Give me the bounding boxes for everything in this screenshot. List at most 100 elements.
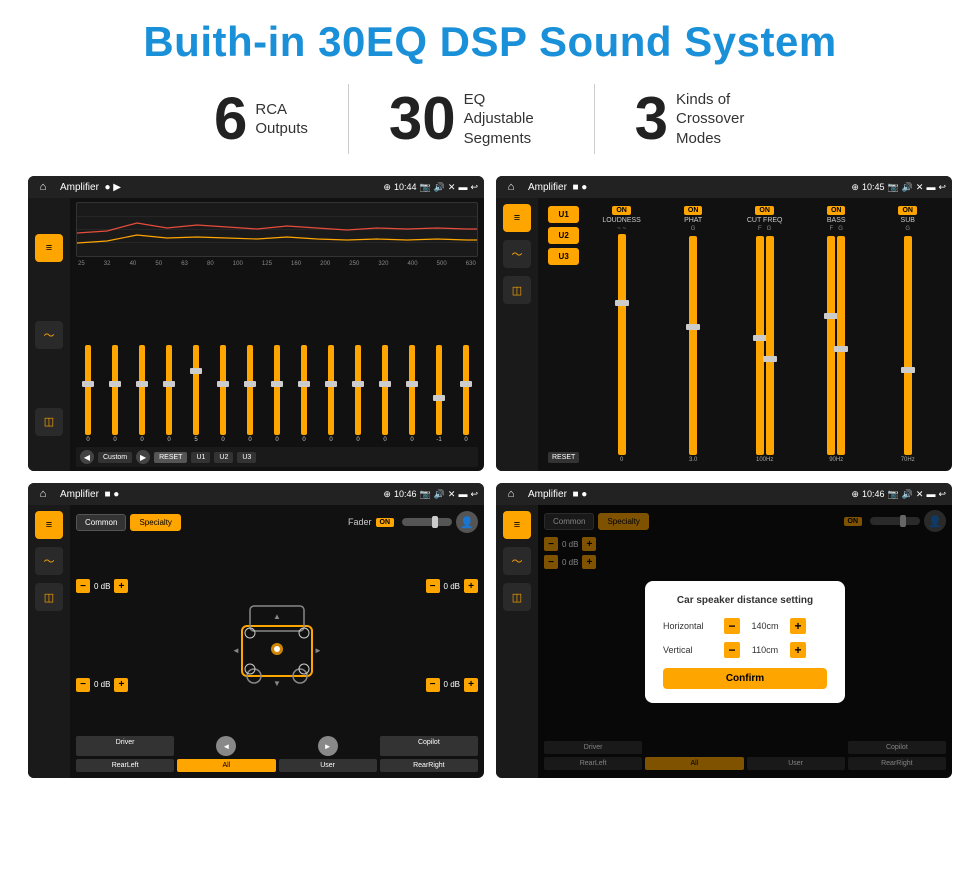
cutfreq-val: 100Hz: [756, 457, 773, 463]
distance-dialog: Car speaker distance setting Horizontal …: [645, 581, 845, 703]
plus-br[interactable]: +: [464, 678, 478, 692]
eq-icon[interactable]: ≡: [35, 234, 63, 262]
bass-on[interactable]: ON: [827, 206, 846, 215]
camera-icon-1: 📷: [419, 182, 430, 193]
plus-bl[interactable]: +: [114, 678, 128, 692]
cutfreq-on[interactable]: ON: [755, 206, 774, 215]
eq-slider-2[interactable]: 0: [103, 345, 127, 443]
wave-icon-3[interactable]: 〜: [35, 547, 63, 575]
phat-on[interactable]: ON: [684, 206, 703, 215]
common-tab-3[interactable]: Common: [76, 514, 126, 531]
wave-icon-1[interactable]: 〜: [35, 321, 63, 349]
eq-icon-3[interactable]: ≡: [35, 511, 63, 539]
car-svg: ▲ ▼ ◄ ►: [232, 581, 322, 691]
back-icon-1[interactable]: ↩: [470, 182, 478, 193]
next-btn[interactable]: ▶: [136, 450, 150, 464]
eq-thumb-7: [244, 381, 256, 387]
eq-thumb-14: [433, 395, 445, 401]
all-btn[interactable]: All: [177, 759, 275, 772]
left-arrow-btn[interactable]: ◄: [216, 736, 236, 756]
horizontal-plus-btn[interactable]: +: [790, 618, 806, 634]
bass-labels: F G: [830, 226, 843, 232]
horizontal-value: 140cm: [746, 621, 784, 631]
eq-slider-8[interactable]: 0: [265, 345, 289, 443]
minus-tr[interactable]: −: [426, 579, 440, 593]
phat-val: 3.0: [689, 457, 697, 463]
speaker-icon-2[interactable]: ◫: [503, 276, 531, 304]
rearleft-btn[interactable]: RearLeft: [76, 759, 174, 772]
cutfreq-slider-2[interactable]: [766, 236, 774, 455]
wave-icon-2[interactable]: 〜: [503, 240, 531, 268]
plus-tl[interactable]: +: [114, 579, 128, 593]
reset-cross-btn[interactable]: RESET: [548, 452, 579, 463]
bass-slider-2[interactable]: [837, 236, 845, 455]
phat-slider[interactable]: [689, 236, 697, 455]
u1-btn-eq[interactable]: U1: [191, 452, 210, 463]
eq-thumb-9: [298, 381, 310, 387]
speaker-icon-4[interactable]: ◫: [503, 583, 531, 611]
rearright-btn[interactable]: RearRight: [380, 759, 478, 772]
specialty-tab-3[interactable]: Specialty: [130, 514, 180, 531]
eq-slider-15[interactable]: 0: [454, 345, 478, 443]
eq-slider-3[interactable]: 0: [130, 345, 154, 443]
eq-slider-13[interactable]: 0: [400, 345, 424, 443]
eq-slider-11[interactable]: 0: [346, 345, 370, 443]
eq-slider-12[interactable]: 0: [373, 345, 397, 443]
driver-btn[interactable]: Driver: [76, 736, 174, 756]
u3-preset[interactable]: U3: [548, 248, 579, 265]
cutfreq-slider-1[interactable]: [756, 236, 764, 455]
eq-slider-4[interactable]: 0: [157, 345, 181, 443]
screen4-main: Common Specialty ON 👤 −: [538, 505, 952, 778]
sub-slider[interactable]: [904, 236, 912, 455]
eq-slider-5[interactable]: 5: [184, 345, 208, 443]
minus-tl[interactable]: −: [76, 579, 90, 593]
home-icon-2[interactable]: ⌂: [502, 178, 520, 196]
loudness-on[interactable]: ON: [612, 206, 631, 215]
speaker-icon-3[interactable]: ◫: [35, 583, 63, 611]
location-icon-4: ⊕: [851, 489, 859, 500]
eq-slider-1[interactable]: 0: [76, 345, 100, 443]
minus-bl[interactable]: −: [76, 678, 90, 692]
eq-slider-6[interactable]: 0: [211, 345, 235, 443]
speaker-icon-1[interactable]: ◫: [35, 408, 63, 436]
home-icon-1[interactable]: ⌂: [34, 178, 52, 196]
eq-thumb-2: [109, 381, 121, 387]
loudness-thumb-1: [615, 300, 629, 306]
back-icon-3[interactable]: ↩: [470, 489, 478, 500]
sub-sliders: [904, 236, 912, 455]
wave-icon-4[interactable]: 〜: [503, 547, 531, 575]
reset-btn-eq[interactable]: RESET: [154, 452, 187, 463]
db-row-br: − 0 dB +: [426, 678, 478, 692]
eq-icon-4[interactable]: ≡: [503, 511, 531, 539]
back-icon-2[interactable]: ↩: [938, 182, 946, 193]
eq-slider-7[interactable]: 0: [238, 345, 262, 443]
u2-btn-eq[interactable]: U2: [214, 452, 233, 463]
vertical-plus-btn[interactable]: +: [790, 642, 806, 658]
u1-preset[interactable]: U1: [548, 206, 579, 223]
right-arrow-btn[interactable]: ►: [318, 736, 338, 756]
sub-on[interactable]: ON: [898, 206, 917, 215]
minus-br[interactable]: −: [426, 678, 440, 692]
loudness-slider-1[interactable]: [618, 234, 626, 455]
vertical-minus-btn[interactable]: −: [724, 642, 740, 658]
eq-slider-14[interactable]: -1: [427, 345, 451, 443]
eq-slider-10[interactable]: 0: [319, 345, 343, 443]
eq-icon-2[interactable]: ≡: [503, 204, 531, 232]
custom-btn[interactable]: Custom: [98, 452, 132, 463]
horizontal-minus-btn[interactable]: −: [724, 618, 740, 634]
fader-slider-h[interactable]: [402, 518, 452, 526]
time-3: 10:46: [394, 489, 417, 499]
eq-slider-9[interactable]: 0: [292, 345, 316, 443]
freq-32: 32: [104, 261, 111, 267]
home-icon-3[interactable]: ⌂: [34, 485, 52, 503]
u2-preset[interactable]: U2: [548, 227, 579, 244]
u3-btn-eq[interactable]: U3: [237, 452, 256, 463]
fader-on-badge[interactable]: ON: [376, 518, 395, 527]
copilot-btn[interactable]: Copilot: [380, 736, 478, 756]
prev-btn[interactable]: ◀: [80, 450, 94, 464]
confirm-button[interactable]: Confirm: [663, 668, 827, 689]
back-icon-4[interactable]: ↩: [938, 489, 946, 500]
user-btn[interactable]: User: [279, 759, 377, 772]
home-icon-4[interactable]: ⌂: [502, 485, 520, 503]
plus-tr[interactable]: +: [464, 579, 478, 593]
